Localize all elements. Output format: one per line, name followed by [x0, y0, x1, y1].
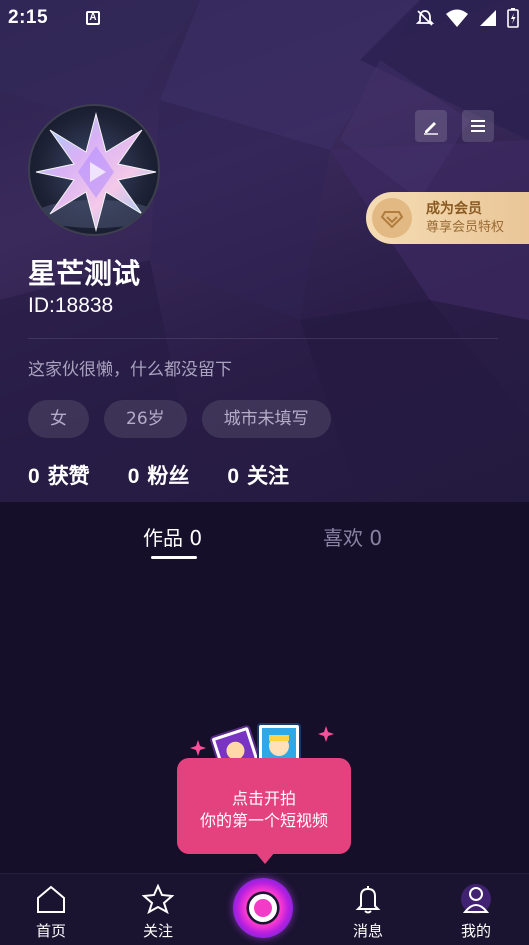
notification-a-icon: A	[86, 11, 101, 25]
record-icon	[249, 894, 277, 922]
nav-home-label: 首页	[35, 922, 66, 940]
following-label: 关注	[247, 464, 290, 488]
person-icon	[461, 884, 491, 914]
following-count: 0	[227, 465, 240, 488]
following-stat[interactable]: 0 关注	[227, 460, 289, 490]
pencil-icon	[424, 122, 438, 135]
nav-messages[interactable]: 消息	[338, 884, 398, 941]
tab-works[interactable]: 作品 0	[143, 522, 202, 551]
edit-profile-button[interactable]	[415, 110, 447, 142]
start-shooting-prompt[interactable]: 点击开拍 你的第一个短视频	[177, 758, 351, 854]
likes-stat[interactable]: 0 获赞	[28, 460, 90, 490]
status-icons	[415, 8, 519, 28]
prompt-line-2: 你的第一个短视频	[199, 811, 328, 830]
nav-home[interactable]: 首页	[21, 884, 81, 941]
city-tag: 城市未填写	[201, 400, 331, 438]
user-id: ID:18838	[28, 294, 114, 317]
prompt-bubble-tail	[255, 852, 275, 864]
signal-icon	[480, 10, 496, 26]
diamond-icon	[380, 211, 404, 229]
active-tab-indicator	[151, 556, 197, 559]
prompt-line-1: 点击开拍	[231, 789, 296, 808]
star-icon	[141, 883, 175, 915]
nav-messages-label: 消息	[352, 922, 383, 940]
nav-follow-label: 关注	[142, 922, 173, 940]
likes-count: 0	[28, 465, 40, 488]
bell-icon	[355, 886, 381, 914]
divider	[28, 338, 498, 339]
bio: 这家伙很懒，什么都没留下	[28, 360, 232, 380]
nickname: 星芒测试	[28, 257, 141, 290]
age-tag: 26岁	[104, 400, 187, 438]
fans-label: 粉丝	[147, 464, 190, 488]
nav-follow[interactable]: 关注	[128, 883, 188, 941]
vip-subtitle: 尊享会员特权	[426, 220, 505, 235]
fans-count: 0	[127, 465, 140, 488]
vip-badge	[372, 198, 412, 238]
battery-icon	[507, 8, 519, 28]
likes-label: 获赞	[47, 464, 90, 488]
fans-stat[interactable]: 0 粉丝	[128, 460, 190, 490]
status-bar: 2:15 A	[0, 0, 529, 36]
status-time: 2:15	[8, 7, 49, 28]
menu-icon	[471, 120, 485, 132]
tab-likes[interactable]: 喜欢 0	[323, 522, 382, 551]
wifi-icon	[446, 9, 468, 27]
menu-button[interactable]	[462, 110, 494, 142]
record-button[interactable]	[233, 878, 293, 938]
dnd-off-icon	[415, 10, 435, 26]
home-icon	[37, 885, 65, 913]
content-tabs: 作品 0 喜欢 0	[0, 502, 529, 564]
nav-me[interactable]: 我的	[446, 884, 506, 941]
become-member-card[interactable]: 成为会员 尊享会员特权	[366, 192, 529, 244]
gender-tag: 女	[28, 400, 89, 438]
avatar[interactable]	[28, 104, 160, 236]
crystal-star-avatar-image	[35, 112, 157, 232]
profile-tags: 女 26岁 城市未填写	[28, 400, 331, 438]
vip-title: 成为会员	[426, 201, 482, 217]
profile-stats: 0 获赞 0 粉丝 0 关注	[28, 460, 289, 490]
nav-me-label: 我的	[460, 922, 491, 940]
